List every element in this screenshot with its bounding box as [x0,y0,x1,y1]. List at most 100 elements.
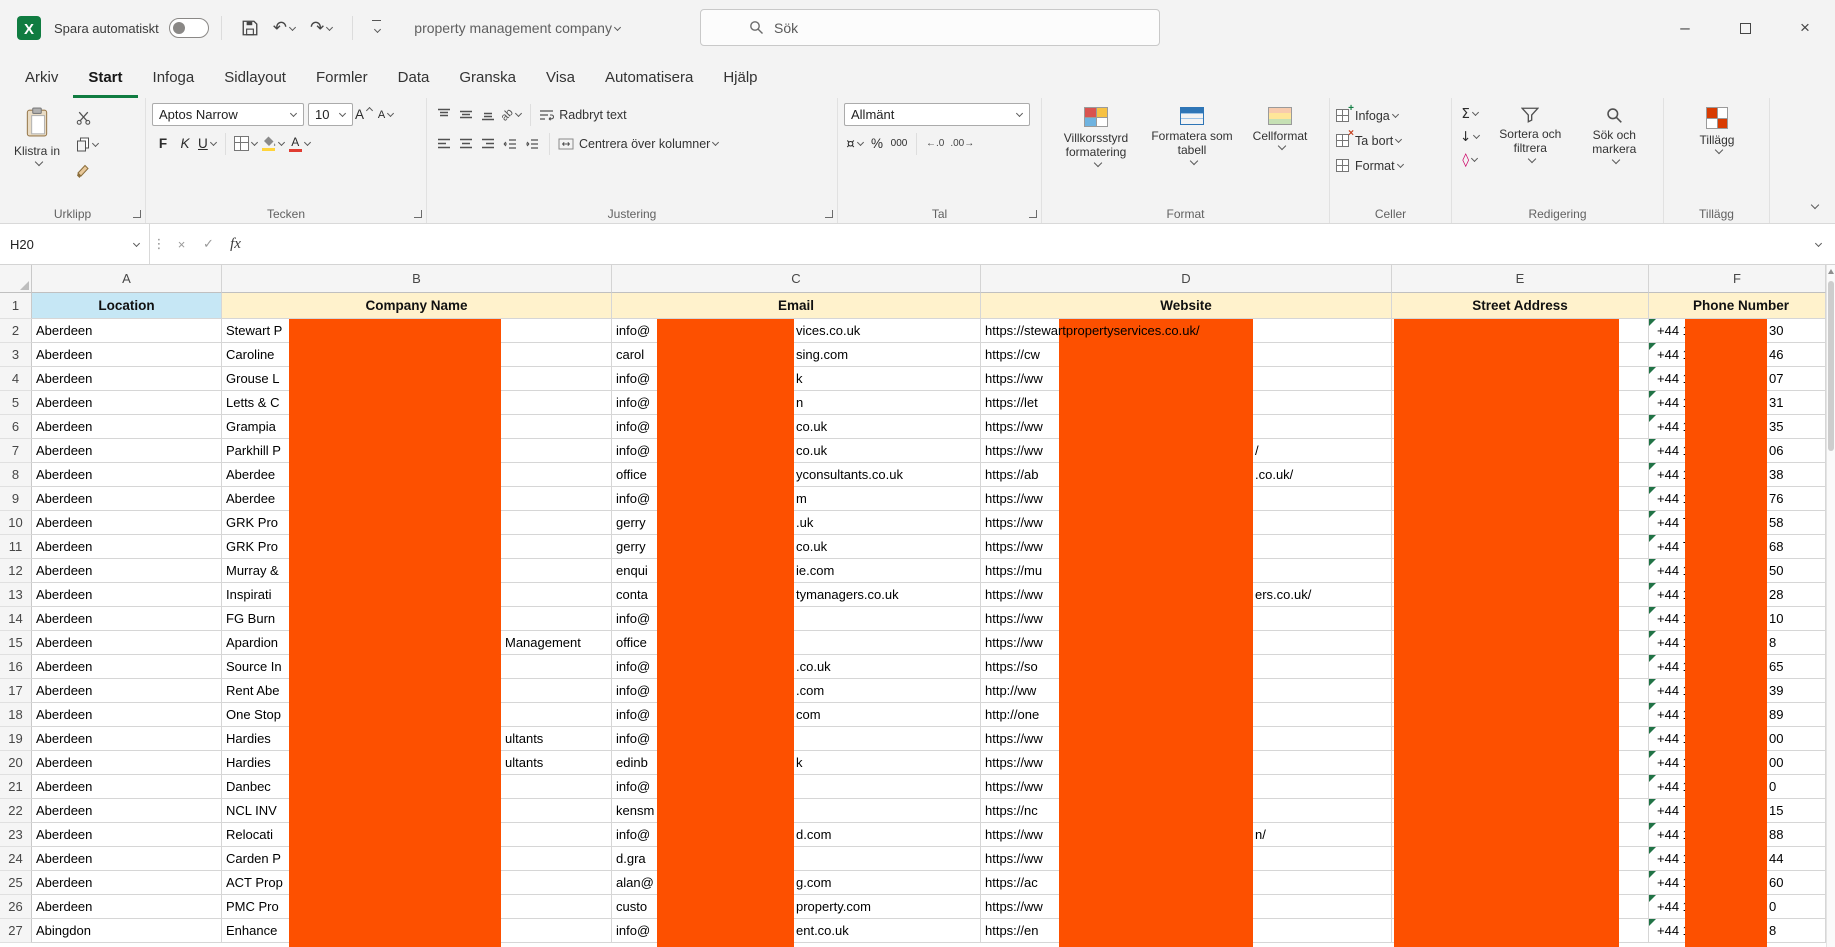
search-box[interactable]: Sök [700,9,1160,46]
row-number[interactable]: 23 [0,823,32,847]
align-top-button[interactable] [433,103,455,126]
tab-data[interactable]: Data [383,59,445,98]
scrollbar-thumb[interactable] [1828,281,1834,451]
tab-automatisera[interactable]: Automatisera [590,59,708,98]
tab-hjalp[interactable]: Hjälp [708,59,772,98]
cell-location[interactable]: Aberdeen [32,775,222,799]
align-center-button[interactable] [455,132,477,155]
addins-button[interactable]: Tillägg [1670,103,1764,155]
borders-button[interactable] [232,132,260,155]
excel-logo-icon[interactable]: X [16,15,42,41]
merge-center-button[interactable]: Centrera över kolumner [556,132,721,155]
cell-location[interactable]: Aberdeen [32,439,222,463]
column-header-e[interactable]: E [1392,265,1649,293]
cell-location[interactable]: Aberdeen [32,391,222,415]
cell-styles-button[interactable]: Cellformat [1240,103,1320,205]
cell-location[interactable]: Aberdeen [32,487,222,511]
cell-location[interactable]: Aberdeen [32,727,222,751]
italic-button[interactable]: K [174,132,196,155]
formula-bar-handle[interactable]: ⋮ [150,224,168,264]
row-number[interactable]: 5 [0,391,32,415]
row-number[interactable]: 1 [0,293,32,319]
autosum-button[interactable]: Σ [1458,103,1482,124]
row-number[interactable]: 14 [0,607,32,631]
conditional-formatting-button[interactable]: Villkorsstyrd formatering [1048,103,1144,205]
delete-cells-button[interactable]: × Ta bort [1336,128,1446,153]
cell-phone-header[interactable]: Phone Number [1649,293,1826,319]
number-format-select[interactable]: Allmänt [844,103,1030,126]
row-number[interactable]: 25 [0,871,32,895]
maximize-button[interactable] [1715,0,1775,56]
fill-color-button[interactable] [260,132,287,155]
percent-button[interactable]: % [866,132,888,155]
cell-location[interactable]: Aberdeen [32,847,222,871]
bold-button[interactable]: F [152,132,174,155]
number-dialog-launcher[interactable] [1029,210,1037,218]
row-number[interactable]: 18 [0,703,32,727]
row-number[interactable]: 10 [0,511,32,535]
sort-filter-button[interactable]: Sortera och filtrera [1488,103,1572,205]
column-header-a[interactable]: A [32,265,222,293]
cell-location[interactable]: Aberdeen [32,655,222,679]
cell-location[interactable]: Aberdeen [32,319,222,343]
align-middle-button[interactable] [455,103,477,126]
cell-location[interactable]: Aberdeen [32,343,222,367]
cell-location[interactable]: Aberdeen [32,823,222,847]
format-painter-button[interactable] [76,160,102,182]
orientation-button[interactable]: ab [499,103,524,126]
alignment-dialog-launcher[interactable] [825,210,833,218]
collapse-ribbon-button[interactable] [1807,197,1819,215]
paste-button[interactable]: Klistra in [6,103,68,205]
cell-location[interactable]: Aberdeen [32,679,222,703]
cut-button[interactable] [76,106,102,128]
row-number[interactable]: 8 [0,463,32,487]
quick-access-customize-button[interactable] [372,20,381,37]
cell-location[interactable]: Aberdeen [32,367,222,391]
insert-function-button[interactable]: fx [222,224,249,264]
insert-cells-button[interactable]: + Infoga [1336,103,1446,128]
row-number[interactable]: 26 [0,895,32,919]
align-bottom-button[interactable] [477,103,499,126]
decrease-font-button[interactable]: A [375,103,397,126]
row-number[interactable]: 20 [0,751,32,775]
find-select-button[interactable]: Sök och markera [1572,103,1656,205]
cell-location[interactable]: Aberdeen [32,583,222,607]
row-number[interactable]: 3 [0,343,32,367]
underline-button[interactable]: U [196,132,219,155]
vertical-scrollbar[interactable] [1826,265,1835,947]
font-name-select[interactable]: Aptos Narrow [152,103,304,126]
row-number[interactable]: 22 [0,799,32,823]
copy-button[interactable] [76,133,102,155]
wrap-text-button[interactable]: Radbryt text [537,103,628,126]
row-number[interactable]: 16 [0,655,32,679]
row-number[interactable]: 2 [0,319,32,343]
font-dialog-launcher[interactable] [414,210,422,218]
cancel-button[interactable]: × [168,224,195,264]
increase-font-button[interactable]: A [353,103,375,126]
tab-granska[interactable]: Granska [444,59,531,98]
tab-formler[interactable]: Formler [301,59,383,98]
cell-location[interactable]: Aberdeen [32,463,222,487]
row-number[interactable]: 21 [0,775,32,799]
minimize-button[interactable]: – [1655,0,1715,56]
cell-location[interactable]: Aberdeen [32,559,222,583]
increase-indent-button[interactable] [521,132,543,155]
accounting-format-button[interactable]: ¤ [844,132,866,155]
cell-location[interactable]: Aberdeen [32,871,222,895]
select-all-corner[interactable] [0,265,32,293]
row-number[interactable]: 9 [0,487,32,511]
comma-button[interactable]: 000 [888,132,910,155]
increase-decimal-button[interactable]: ←.0 [923,138,947,149]
cell-location[interactable]: Aberdeen [32,607,222,631]
column-header-d[interactable]: D [981,265,1392,293]
cell-street-header[interactable]: Street Address [1392,293,1649,319]
row-number[interactable]: 19 [0,727,32,751]
align-right-button[interactable] [477,132,499,155]
column-header-c[interactable]: C [612,265,981,293]
cell-location[interactable]: Aberdeen [32,751,222,775]
row-number[interactable]: 13 [0,583,32,607]
cell-location[interactable]: Aberdeen [32,535,222,559]
cell-location[interactable]: Aberdeen [32,895,222,919]
name-box[interactable]: H20 [0,224,150,264]
row-number[interactable]: 15 [0,631,32,655]
